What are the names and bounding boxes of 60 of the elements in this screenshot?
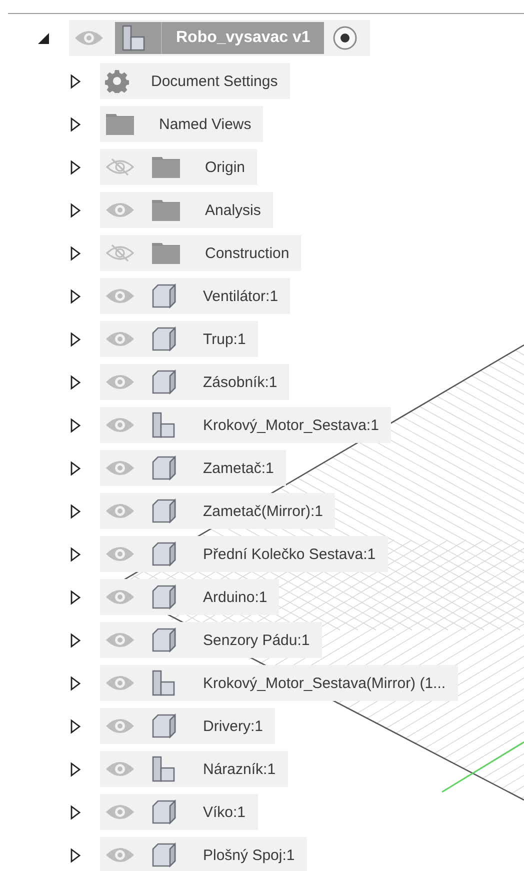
folder-icon <box>151 155 181 179</box>
expand-triangle-icon[interactable] <box>70 332 81 346</box>
assembly-icon <box>151 669 177 697</box>
browser-item[interactable]: Zametač:1 <box>100 450 286 486</box>
cube-icon <box>151 799 177 825</box>
expand-triangle-icon[interactable] <box>70 246 81 260</box>
expand-triangle-icon[interactable] <box>70 848 81 862</box>
expand-triangle-icon[interactable] <box>70 718 81 734</box>
cube-icon <box>151 541 177 567</box>
cube-icon <box>151 283 177 309</box>
browser-item[interactable]: Zásobník:1 <box>100 364 290 400</box>
collapse-triangle-icon[interactable] <box>37 32 50 44</box>
cube-icon <box>151 713 177 739</box>
expand-triangle-icon[interactable] <box>70 160 81 174</box>
expand-triangle-icon[interactable] <box>70 202 81 218</box>
expand-triangle-icon[interactable] <box>70 74 81 88</box>
browser-item[interactable]: Origin <box>100 149 258 185</box>
folder-icon <box>151 198 181 222</box>
browser-item[interactable]: Víko:1 <box>100 794 258 830</box>
browser-item[interactable]: Přední Kolečko Sestava:1 <box>100 536 388 572</box>
browser-item[interactable]: Plošný Spoj:1 <box>100 837 307 871</box>
cube-icon <box>151 455 177 481</box>
expand-triangle-icon[interactable] <box>70 288 81 304</box>
assembly-icon <box>151 755 177 783</box>
expand-triangle-icon[interactable] <box>70 546 81 562</box>
expand-triangle-icon[interactable] <box>70 804 81 820</box>
browser-item[interactable]: Analysis <box>100 192 273 228</box>
browser-item[interactable]: Named Views <box>100 106 264 142</box>
cube-icon <box>151 842 177 868</box>
assembly-icon <box>121 24 147 52</box>
cube-icon <box>151 584 177 610</box>
expand-triangle-icon[interactable] <box>70 374 81 390</box>
gear-icon <box>105 69 129 93</box>
expand-triangle-icon[interactable] <box>70 762 81 776</box>
expand-triangle-icon[interactable] <box>70 590 81 604</box>
expand-triangle-icon[interactable] <box>70 116 81 132</box>
browser-item[interactable]: Document Settings <box>100 63 290 99</box>
browser-item[interactable]: Nárazník:1 <box>100 751 288 787</box>
expand-triangle-icon[interactable] <box>70 632 81 648</box>
expand-triangle-icon[interactable] <box>70 460 81 476</box>
assembly-icon <box>151 411 177 439</box>
cube-icon <box>151 498 177 524</box>
browser-item[interactable]: Zametač(Mirror):1 <box>100 493 336 529</box>
cube-icon <box>151 326 177 352</box>
browser-item[interactable]: Krokový_Motor_Sestava:1 <box>100 407 391 443</box>
expand-triangle-icon[interactable] <box>70 676 81 690</box>
folder-icon <box>151 241 181 265</box>
browser-item[interactable]: Construction <box>100 235 302 271</box>
browser-item[interactable]: Krokový_Motor_Sestava(Mirror) (1... <box>100 665 458 701</box>
browser-item[interactable]: Trup:1 <box>100 321 258 357</box>
browser-item[interactable]: Drivery:1 <box>100 708 276 744</box>
browser-item[interactable]: Senzory Pádu:1 <box>100 622 322 658</box>
expand-triangle-icon[interactable] <box>70 504 81 518</box>
radio-button[interactable] <box>332 25 358 51</box>
expand-triangle-icon[interactable] <box>70 418 81 432</box>
cube-icon <box>151 369 177 395</box>
browser-item[interactable]: Arduino:1 <box>100 579 280 615</box>
folder-icon <box>105 112 135 136</box>
browser-item[interactable]: Ventilátor:1 <box>100 278 290 314</box>
cube-icon <box>151 627 177 653</box>
